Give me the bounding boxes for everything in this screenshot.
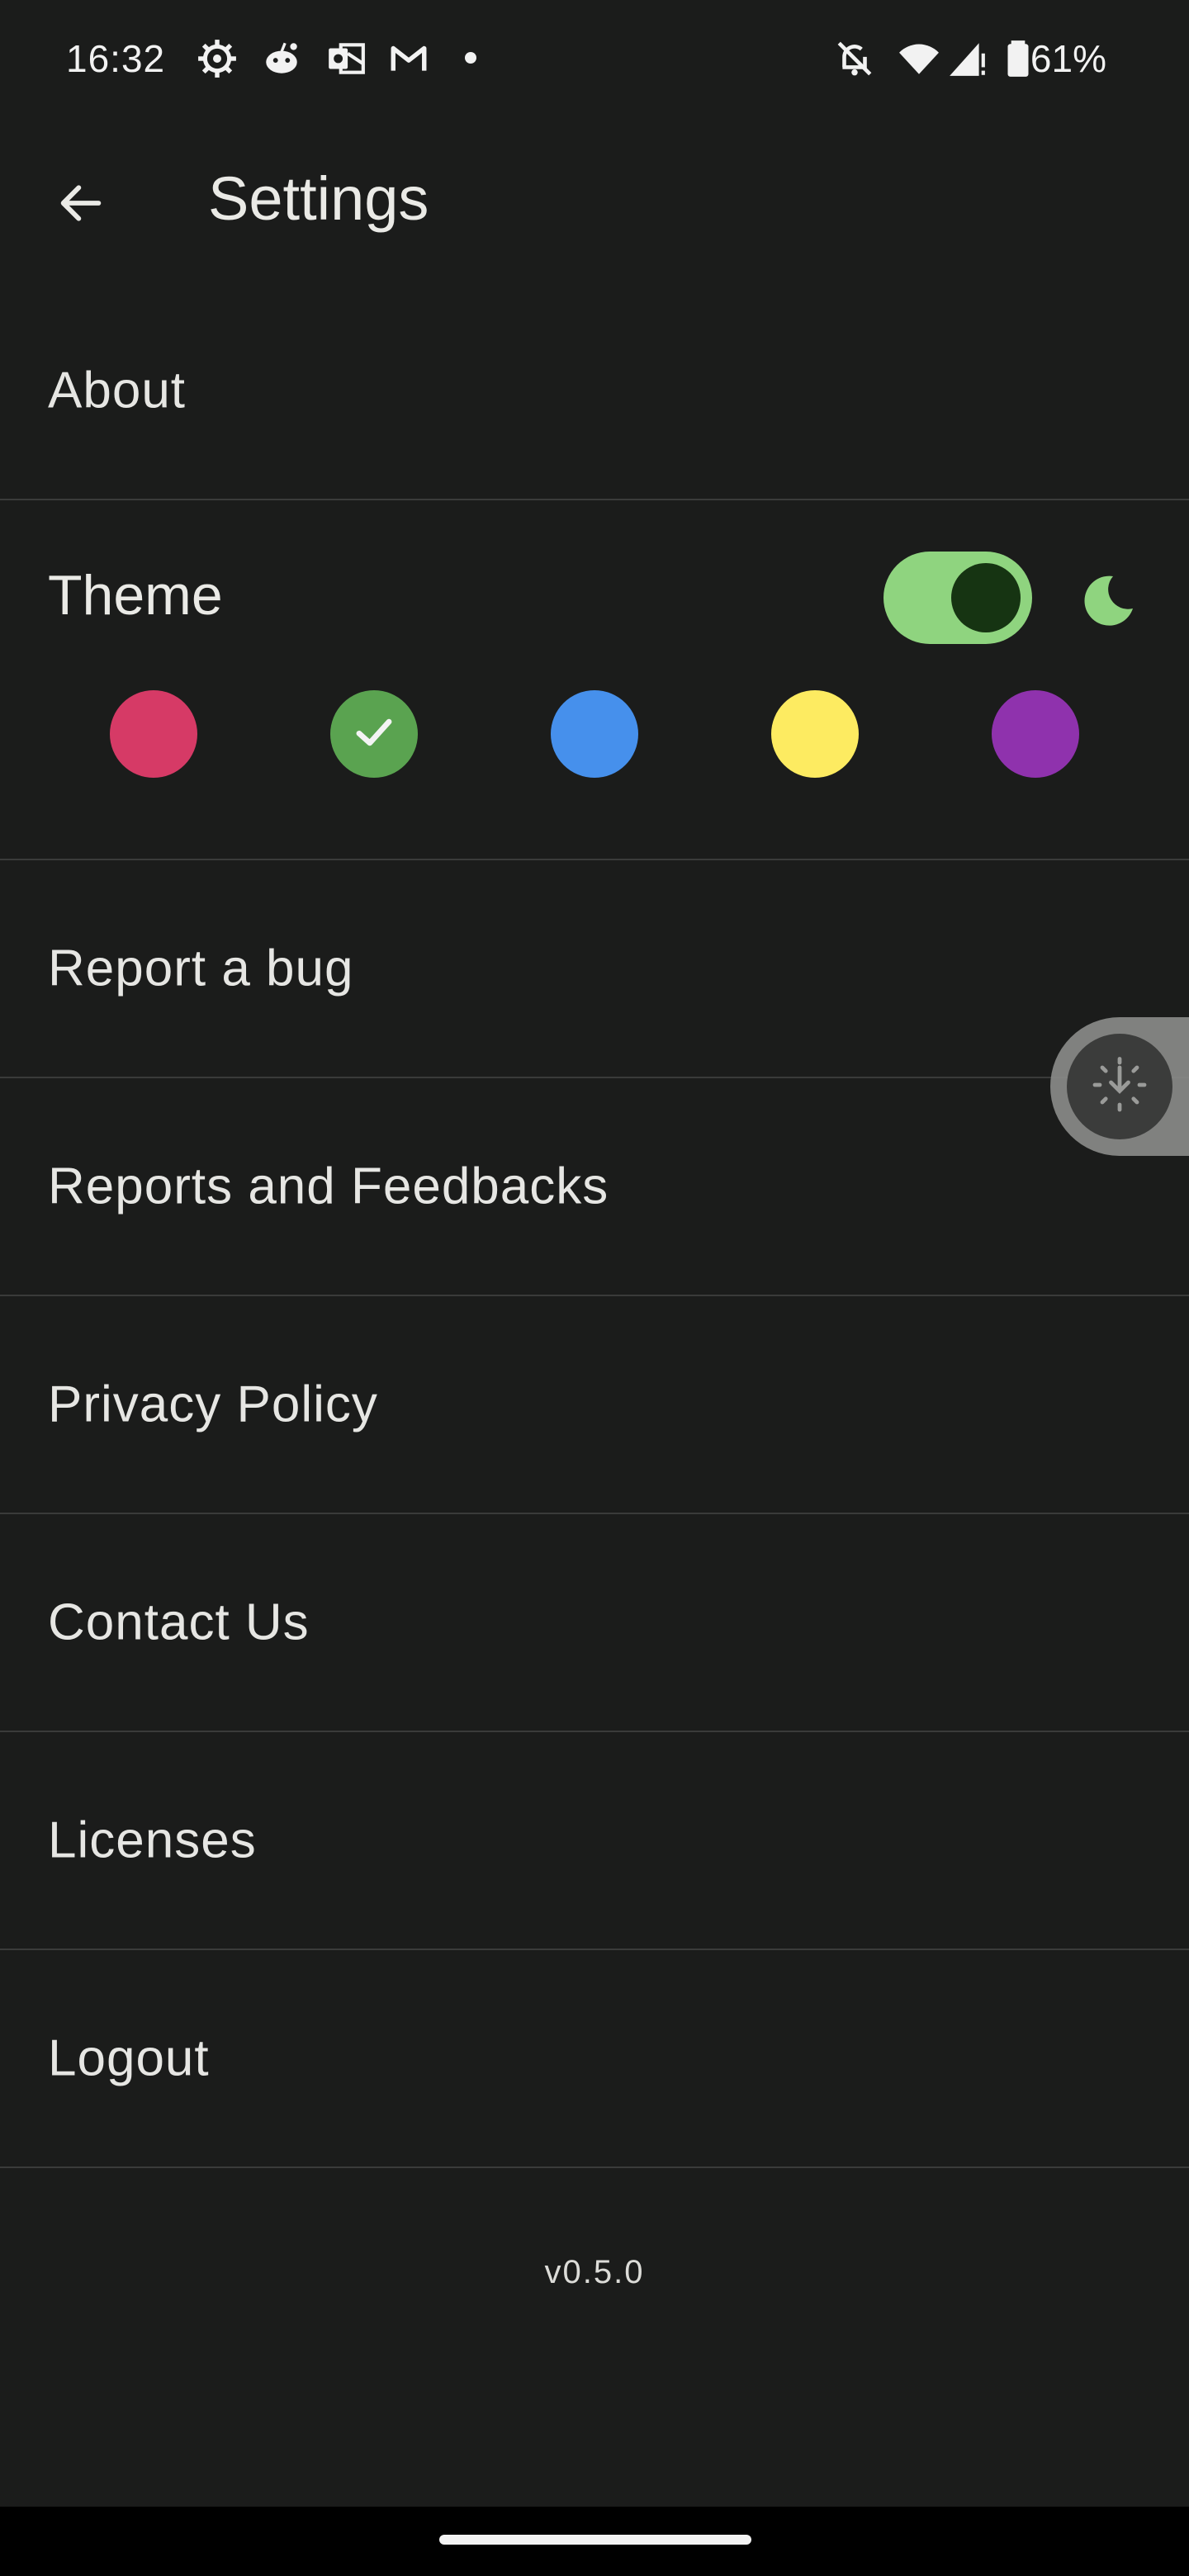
page-title: Settings xyxy=(208,164,429,233)
settings-item-label: Report a bug xyxy=(48,940,354,997)
wifi-icon xyxy=(898,38,940,79)
theme-color-yellow[interactable] xyxy=(771,690,859,778)
app-version: v0.5.0 xyxy=(544,2254,645,2290)
navigation-bar xyxy=(0,2507,1189,2576)
theme-color-green[interactable] xyxy=(330,690,418,778)
settings-item-label: Reports and Feedbacks xyxy=(48,1158,609,1215)
settings-gear-icon xyxy=(197,38,238,79)
do-not-disturb-bell-off-icon xyxy=(834,38,875,79)
settings-item-privacy-policy[interactable]: Privacy Policy xyxy=(0,1296,1189,1513)
theme-section: Theme xyxy=(0,500,1189,857)
moon-icon xyxy=(1078,571,1138,631)
theme-color-blue[interactable] xyxy=(551,690,638,778)
settings-item-logout[interactable]: Logout xyxy=(0,1950,1189,2166)
outlook-icon xyxy=(325,38,367,79)
dark-mode-toggle[interactable] xyxy=(883,552,1032,644)
settings-item-licenses[interactable]: Licenses xyxy=(0,1732,1189,1949)
settings-item-label: Logout xyxy=(48,2029,210,2087)
notification-dot-icon xyxy=(462,50,479,66)
screenshot-capture-icon xyxy=(1090,1055,1149,1119)
app-bar: Settings xyxy=(0,116,1189,281)
theme-label: Theme xyxy=(48,564,223,627)
status-bar: 16:32 61% xyxy=(0,0,1189,116)
floating-action-button[interactable] xyxy=(1067,1034,1172,1139)
reddit-icon xyxy=(261,38,302,79)
settings-item-label: Contact Us xyxy=(48,1593,310,1651)
settings-item-label: Privacy Policy xyxy=(48,1376,378,1433)
checkmark-icon xyxy=(348,707,400,762)
arrow-left-icon xyxy=(54,177,107,234)
status-time: 16:32 xyxy=(66,37,166,80)
settings-item-about[interactable]: About xyxy=(0,282,1189,499)
battery-percentage: 61% xyxy=(1030,37,1106,80)
settings-item-label: Licenses xyxy=(48,1811,257,1869)
settings-item-report-bug[interactable]: Report a bug xyxy=(0,860,1189,1077)
theme-color-purple[interactable] xyxy=(992,690,1079,778)
home-indicator[interactable] xyxy=(439,2535,751,2545)
signal-icon xyxy=(946,38,988,79)
divider xyxy=(0,2166,1189,2168)
gmail-icon xyxy=(388,38,429,79)
back-button[interactable] xyxy=(41,165,121,244)
settings-item-reports-feedbacks[interactable]: Reports and Feedbacks xyxy=(0,1078,1189,1295)
settings-item-contact-us[interactable]: Contact Us xyxy=(0,1514,1189,1731)
theme-color-pink[interactable] xyxy=(110,690,197,778)
toggle-thumb xyxy=(951,563,1021,632)
settings-item-label: About xyxy=(48,362,187,419)
